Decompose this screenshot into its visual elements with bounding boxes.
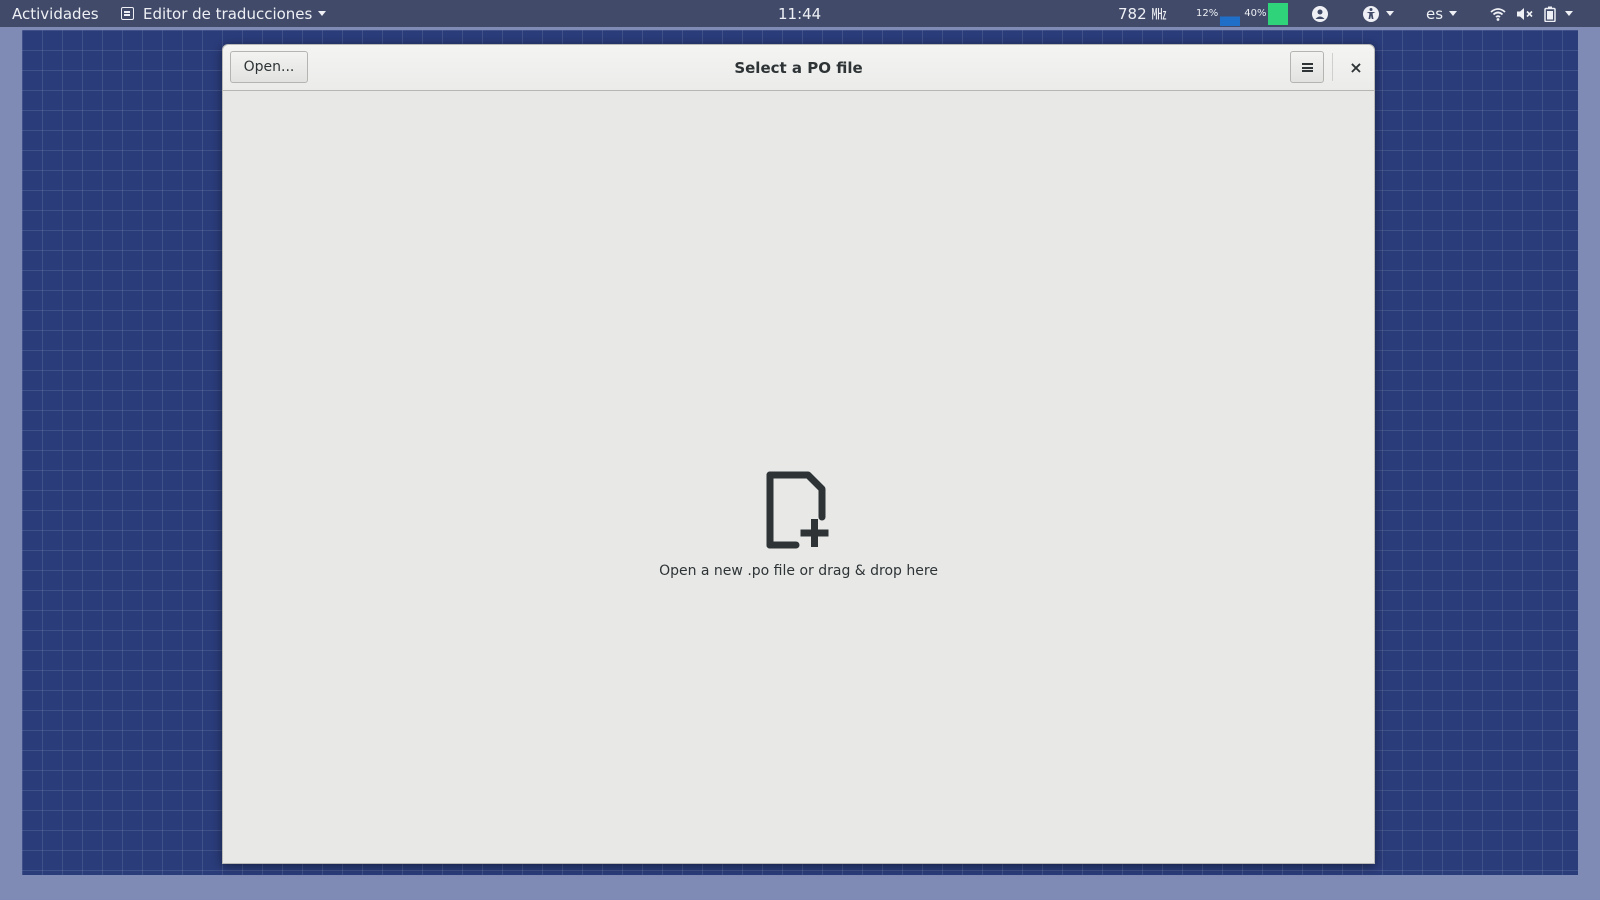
accessibility-icon (1363, 5, 1379, 22)
memory-graph (1268, 2, 1289, 25)
window-title: Select a PO file (734, 59, 863, 77)
keyboard-layout-label: es (1426, 4, 1444, 23)
app-window: Select a PO file Open... × Open a new .p… (222, 44, 1375, 864)
app-icon (121, 7, 134, 20)
chevron-down-icon (1565, 11, 1573, 16)
wifi-icon (1490, 7, 1506, 21)
drop-area[interactable]: Open a new .po file or drag & drop here (223, 91, 1374, 864)
cpu-frequency-indicator[interactable]: 782 ㎒ (1118, 0, 1166, 27)
account-icon (1312, 5, 1328, 22)
header-separator (1332, 53, 1333, 81)
system-monitor-indicator[interactable]: 12% 40% (1196, 0, 1289, 27)
cpu-load-label: 12% (1196, 8, 1219, 19)
accessibility-menu[interactable] (1362, 0, 1394, 27)
wallpaper-edge (0, 30, 22, 90)
chevron-down-icon (1386, 11, 1394, 16)
cpu-graph (1220, 1, 1241, 26)
system-menu[interactable] (1490, 0, 1573, 27)
document-add-icon (766, 471, 828, 549)
wallpaper-edge (1578, 600, 1600, 880)
memory-load-label: 40% (1244, 8, 1267, 19)
wallpaper-edge (0, 875, 1600, 900)
activities-button[interactable]: Actividades (12, 0, 99, 27)
clock-button[interactable]: 11:44 (778, 0, 821, 27)
activities-label: Actividades (12, 4, 99, 23)
hamburger-icon (1301, 62, 1313, 72)
app-menu-label: Editor de traducciones (143, 4, 313, 23)
chevron-down-icon (1449, 11, 1458, 16)
battery-icon (1544, 6, 1556, 22)
empty-placeholder: Open a new .po file or drag & drop here (223, 471, 1374, 579)
close-button[interactable]: × (1340, 51, 1372, 83)
keyboard-layout-menu[interactable]: es (1426, 0, 1458, 27)
header-bar: Select a PO file Open... × (223, 45, 1374, 91)
cpu-frequency-label: 782 ㎒ (1118, 5, 1167, 23)
close-icon: × (1349, 57, 1363, 77)
wallpaper-edge (1578, 30, 1600, 265)
clock-label: 11:44 (778, 4, 822, 23)
account-indicator[interactable] (1311, 0, 1329, 27)
top-bar: Actividades Editor de traducciones 11:44… (0, 0, 1600, 27)
chevron-down-icon (318, 11, 327, 16)
wallpaper-edge (0, 240, 22, 880)
app-menu-button[interactable]: Editor de traducciones (121, 0, 327, 27)
volume-muted-icon (1517, 7, 1533, 20)
placeholder-text: Open a new .po file or drag & drop here (659, 563, 938, 579)
open-button[interactable]: Open... (230, 51, 308, 83)
app-menu-button[interactable] (1290, 51, 1324, 83)
